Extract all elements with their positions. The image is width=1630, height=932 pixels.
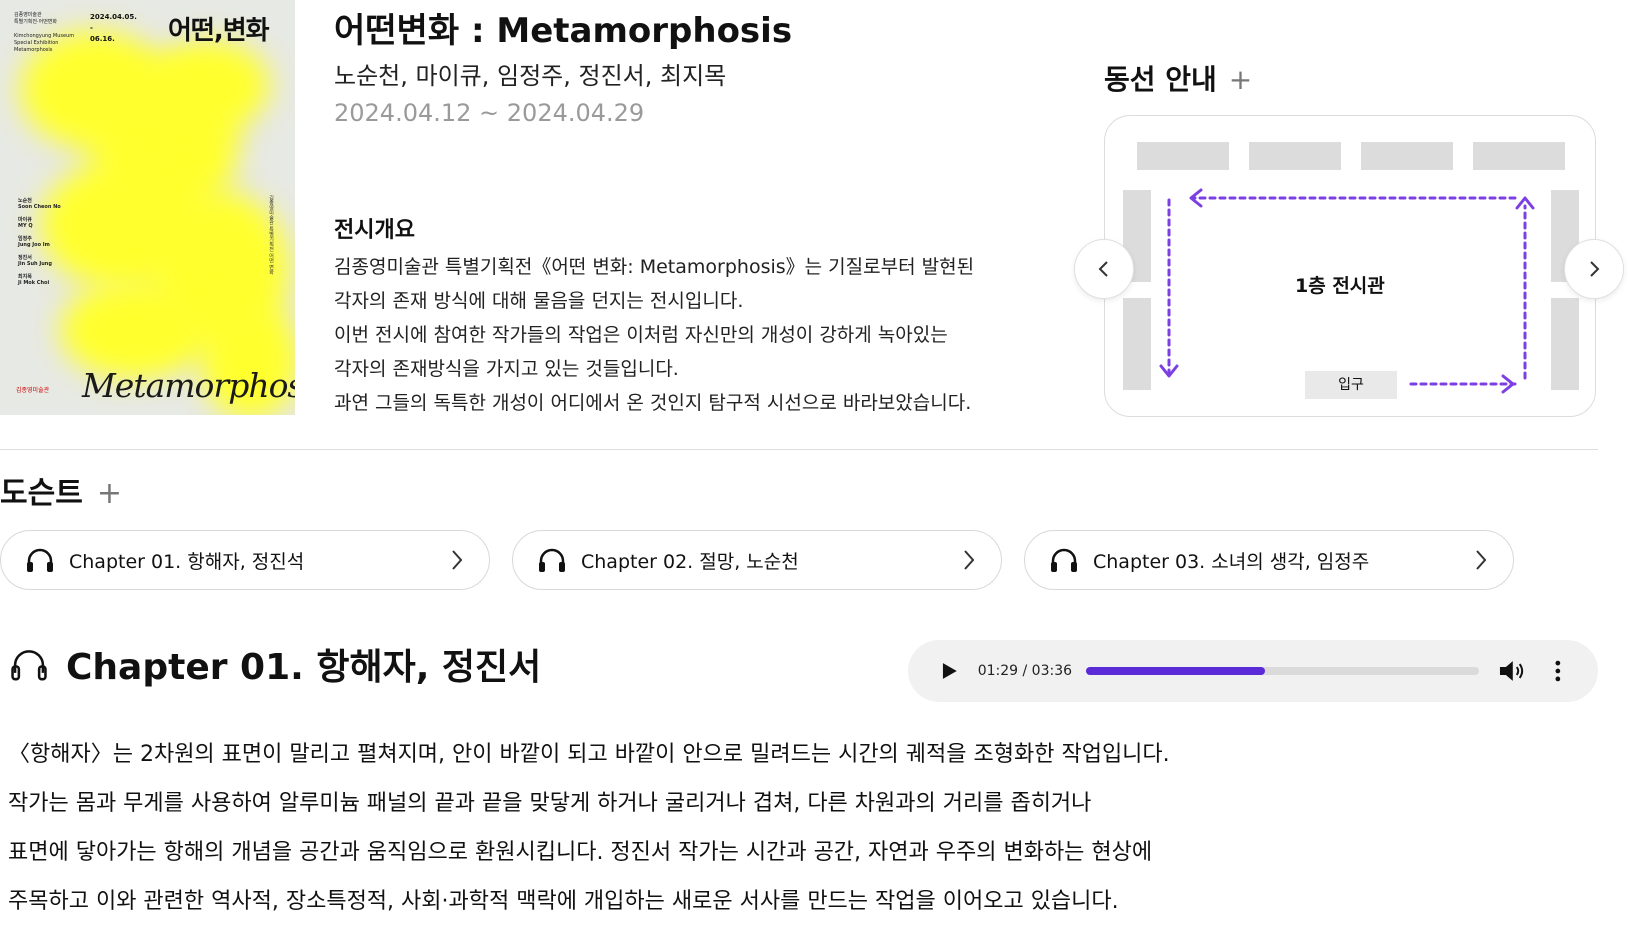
description-line: 표면에 닿아가는 항해의 개념을 공간과 움직임으로 환원시킵니다. 정진서 작… — [8, 840, 1153, 865]
progress-bar[interactable] — [1086, 667, 1479, 675]
now-playing-label: Chapter 01. 항해자, 정진서 — [66, 647, 542, 688]
description-line: 주목하고 이와 관련한 역사적, 장소특정적, 사회·과학적 맥락에 개입하는 … — [8, 889, 1119, 914]
overview-title: 전시개요 — [334, 218, 415, 243]
route-guide-title: 동선 안내 + — [1104, 58, 1252, 98]
chevron-right-icon — [964, 550, 975, 570]
docent-expand-button[interactable]: + — [97, 476, 122, 511]
overview-line: 과연 그들의 독특한 개성이 어디에서 온 것인지 탐구적 시선으로 바라보았습… — [334, 392, 972, 414]
poster-artist-list: 노순천 Soon Cheon No 마이큐 MY Q 임정주 Jung Joo Im … — [18, 198, 61, 286]
play-icon[interactable] — [938, 660, 960, 682]
section-divider — [0, 449, 1598, 450]
headphones-icon — [1051, 548, 1077, 572]
poster-dates: 2024.04.05. - 06.16. — [90, 13, 137, 43]
overview-line: 이번 전시에 참여한 작가들의 작업은 이처럼 자신만의 개성이 강하게 녹아있… — [334, 324, 948, 346]
headphones-icon — [27, 548, 53, 572]
chevron-right-icon — [1476, 550, 1487, 570]
headphones-icon — [11, 650, 47, 681]
poster-blob — [60, 280, 210, 380]
exhibition-title: 어떤변화 : Metamorphosis — [334, 11, 793, 51]
chapter-description: 〈항해자〉는 2차원의 표면이 말리고 펼쳐지며, 안이 바깥이 되고 바깥이 … — [8, 730, 1408, 926]
hall-label: 1층 전시관 — [1295, 275, 1385, 297]
description-line: 작가는 몸과 무게를 사용하여 알루미늄 패널의 끝과 끝을 맞닿게 하거나 굴… — [8, 791, 1092, 816]
chevron-right-icon — [452, 550, 463, 570]
chapter-label: Chapter 03. 소녀의 생각, 임정주 — [1093, 550, 1370, 573]
route-guide-label: 동선 안내 — [1104, 63, 1217, 96]
overview-line: 김종영미술관 특별기획전《어떤 변화: Metamorphosis》는 기질로부… — [334, 256, 975, 278]
chapter-item-1[interactable]: Chapter 01. 항해자, 정진석 — [0, 530, 490, 590]
exhibition-period: 2024.04.12 ~ 2024.04.29 — [334, 99, 645, 127]
chevron-left-icon — [1098, 261, 1108, 277]
poster-blob — [150, 40, 270, 130]
docent-label: 도슨트 — [0, 476, 83, 511]
poster-title: 어떤,변화 — [168, 16, 270, 46]
progress-fill — [1086, 667, 1265, 675]
chevron-right-icon — [1590, 261, 1600, 277]
now-playing-title: Chapter 01. 항해자, 정진서 — [10, 638, 541, 690]
entrance-label: 입구 — [1305, 371, 1397, 399]
audio-player: 01:29 / 03:36 — [908, 640, 1598, 702]
map-next-button[interactable] — [1564, 239, 1624, 299]
chapter-item-3[interactable]: Chapter 03. 소녀의 생각, 임정주 — [1024, 530, 1514, 590]
poster-logo: 김종영미술관 — [16, 387, 50, 394]
exhibition-poster: 김종영미술관 특별기획전·어떤변화 Kimchongyung Museum Sp… — [0, 0, 295, 415]
overview-body: 김종영미술관 특별기획전《어떤 변화: Metamorphosis》는 기질로부… — [334, 250, 1014, 420]
chapter-item-2[interactable]: Chapter 02. 절망, 노순천 — [512, 530, 1002, 590]
poster-vertical-text: 김종영미술관 특별기획전 어떤 변화 — [268, 195, 274, 275]
poster-org-text: 김종영미술관 특별기획전·어떤변화 Kimchongyung Museum Sp… — [14, 12, 75, 53]
exhibition-artists: 노순천, 마이큐, 임정주, 정진서, 최지목 — [334, 62, 727, 90]
floor-map: 1층 전시관 입구 — [1104, 115, 1596, 417]
playback-time: 01:29 / 03:36 — [977, 663, 1073, 679]
route-expand-button[interactable]: + — [1229, 63, 1252, 96]
overview-line: 각자의 존재 방식에 대해 물음을 던지는 전시입니다. — [334, 290, 744, 312]
overview-line: 각자의 존재방식을 가지고 있는 것들입니다. — [334, 358, 679, 380]
map-prev-button[interactable] — [1074, 239, 1134, 299]
poster-script-title: Metamorphosis — [82, 366, 295, 405]
chapter-label: Chapter 01. 항해자, 정진석 — [69, 550, 305, 573]
more-options-icon[interactable] — [1548, 658, 1568, 684]
chapter-label: Chapter 02. 절망, 노순천 — [581, 550, 799, 573]
volume-icon[interactable] — [1497, 658, 1527, 684]
headphones-icon — [539, 548, 565, 572]
description-line: 〈항해자〉는 2차원의 표면이 말리고 펼쳐지며, 안이 바깥이 되고 바깥이 … — [8, 742, 1170, 767]
docent-title: 도슨트 + — [0, 468, 122, 512]
